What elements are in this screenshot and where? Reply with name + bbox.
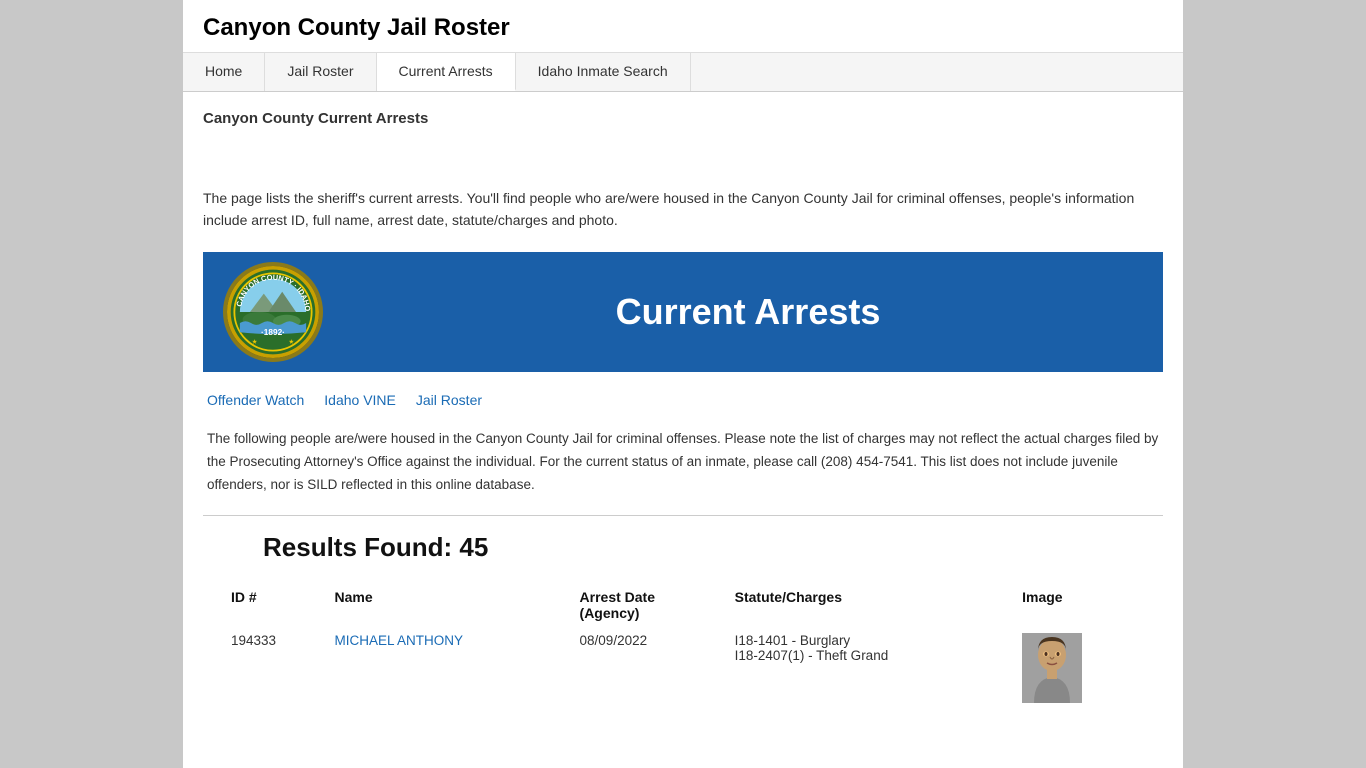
divider — [203, 515, 1163, 516]
nav-item-jail-roster[interactable]: Jail Roster — [265, 53, 376, 91]
col-header-charges: Statute/Charges — [727, 583, 1015, 627]
notice-text: The following people are/were housed in … — [203, 428, 1163, 497]
nav-bar: Home Jail Roster Current Arrests Idaho I… — [183, 53, 1183, 92]
roster-table: ID # Name Arrest Date(Agency) Statute/Ch… — [223, 583, 1143, 709]
nav-item-current-arrests[interactable]: Current Arrests — [377, 53, 516, 91]
charge-line-2: I18-2407(1) - Theft Grand — [735, 648, 1007, 663]
page-section-title: Canyon County Current Arrests — [203, 110, 1163, 127]
site-header: Canyon County Jail Roster — [183, 0, 1183, 53]
content-area: Canyon County Current Arrests The page l… — [183, 92, 1183, 727]
col-header-arrest-date: Arrest Date(Agency) — [572, 583, 727, 627]
results-heading: Results Found: 45 — [263, 532, 1163, 563]
cell-name: MICHAEL ANTHONY — [327, 627, 572, 709]
banner-title: Current Arrests — [353, 291, 1143, 333]
page-wrapper: Canyon County Jail Roster Home Jail Rost… — [183, 0, 1183, 768]
col-header-image: Image — [1014, 583, 1143, 627]
cell-charges: I18-1401 - Burglary I18-2407(1) - Theft … — [727, 627, 1015, 709]
charge-line-1: I18-1401 - Burglary — [735, 633, 1007, 648]
table-area: ID # Name Arrest Date(Agency) Statute/Ch… — [203, 583, 1163, 709]
cell-arrest-date: 08/09/2022 — [572, 627, 727, 709]
banner: CANYON COUNTY · IDAHO ·1892· ★ ★ Current… — [203, 252, 1163, 372]
sub-link-jail-roster[interactable]: Jail Roster — [416, 392, 482, 408]
description-text: The page lists the sheriff's current arr… — [203, 187, 1163, 232]
table-row: 194333 MICHAEL ANTHONY 08/09/2022 I18-14… — [223, 627, 1143, 709]
cell-image — [1014, 627, 1143, 709]
site-title: Canyon County Jail Roster — [203, 14, 1163, 42]
svg-text:·1892·: ·1892· — [261, 328, 285, 337]
county-seal: CANYON COUNTY · IDAHO ·1892· ★ ★ — [223, 262, 323, 362]
col-header-name: Name — [327, 583, 572, 627]
inmate-photo — [1022, 633, 1082, 703]
sub-link-idaho-vine[interactable]: Idaho VINE — [324, 392, 396, 408]
sub-link-offender-watch[interactable]: Offender Watch — [207, 392, 304, 408]
col-header-id: ID # — [223, 583, 327, 627]
cell-id: 194333 — [223, 627, 327, 709]
sub-links: Offender Watch Idaho VINE Jail Roster — [203, 384, 1163, 416]
nav-item-home[interactable]: Home — [183, 53, 265, 91]
table-header-row: ID # Name Arrest Date(Agency) Statute/Ch… — [223, 583, 1143, 627]
inmate-name-link[interactable]: MICHAEL ANTHONY — [335, 633, 464, 648]
nav-item-idaho-inmate-search[interactable]: Idaho Inmate Search — [516, 53, 691, 91]
